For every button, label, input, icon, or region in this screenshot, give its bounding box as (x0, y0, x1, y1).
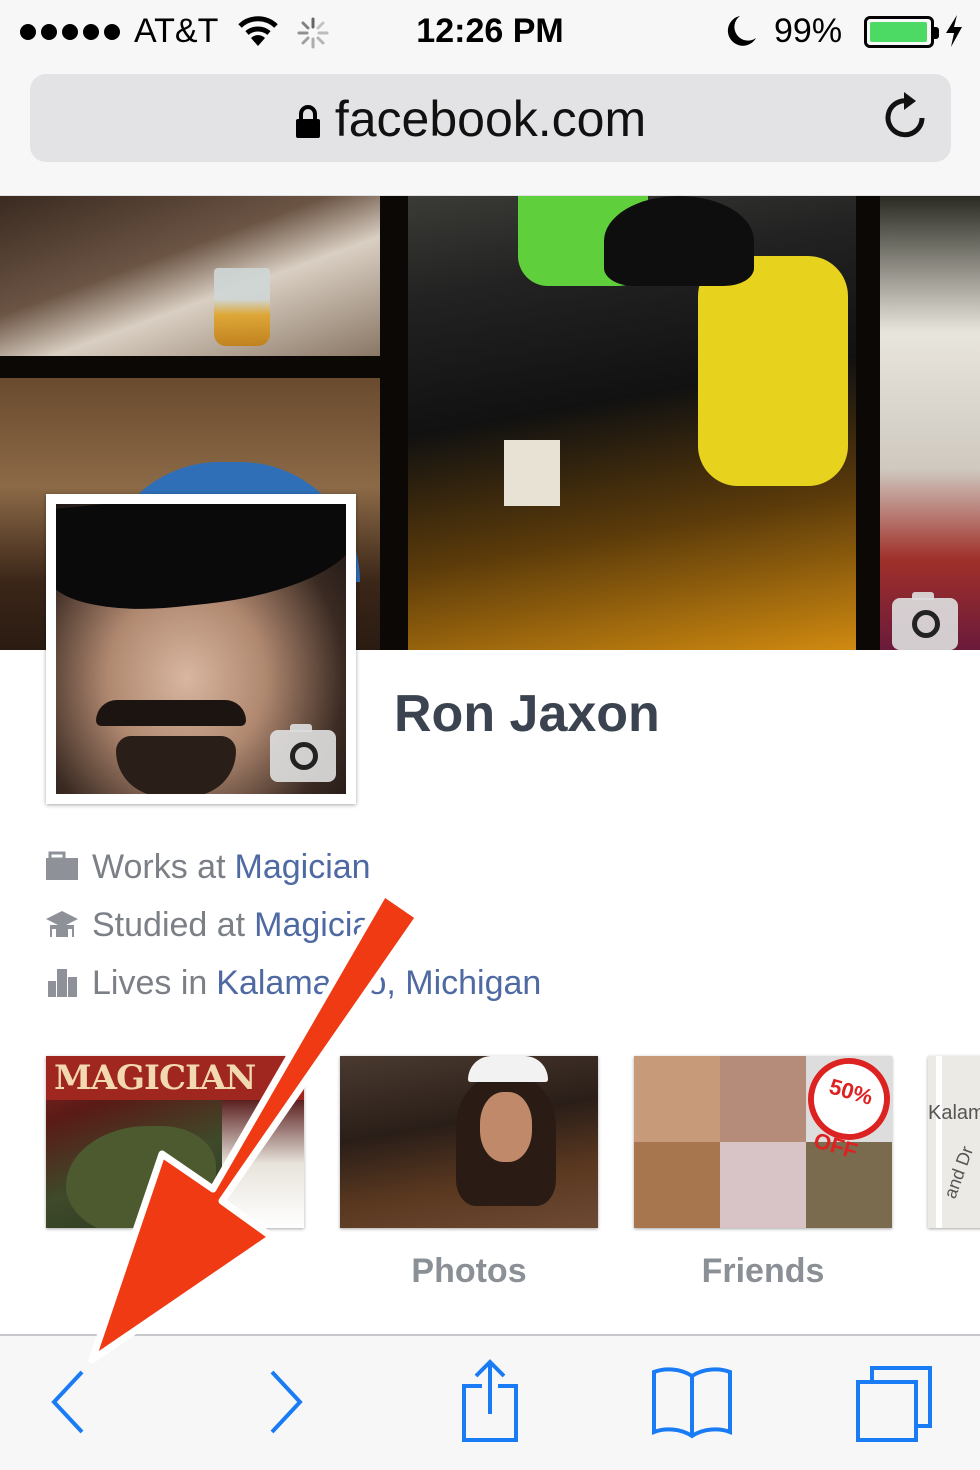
about-tile[interactable]: MAGICIAN (46, 1056, 304, 1228)
map-tile-text: Kalam (928, 1102, 980, 1124)
address-bar[interactable]: facebook.com (30, 74, 951, 162)
briefcase-icon (46, 851, 78, 880)
cover-collage-photo (408, 196, 856, 650)
cover-collage-photo (880, 196, 980, 650)
intro-work-link[interactable]: Magician (235, 848, 371, 887)
friends-tile-badge: 50% OFF (798, 1056, 892, 1164)
friends-tile-label[interactable]: Friends (634, 1252, 892, 1291)
browser-address-area: facebook.com (0, 64, 980, 196)
do-not-disturb-moon-icon (727, 16, 756, 46)
battery-icon (864, 16, 939, 48)
map-tile[interactable]: Kalam and Dr (928, 1056, 980, 1228)
battery-percent: 99% (774, 12, 843, 50)
intro-education: Studied at Magician (44, 896, 541, 954)
reload-icon[interactable] (882, 90, 930, 142)
photos-tile-label[interactable]: Photos (340, 1252, 598, 1291)
about-tile-banner: MAGICIAN (46, 1056, 304, 1100)
safari-toolbar (0, 1334, 980, 1470)
back-chevron-icon[interactable] (46, 1364, 90, 1438)
change-cover-camera-icon[interactable] (892, 592, 958, 650)
profile-picture[interactable] (46, 494, 356, 804)
charging-bolt-icon (946, 15, 962, 47)
city-icon (48, 969, 77, 997)
url-text: facebook.com (334, 91, 647, 147)
intro-education-link[interactable]: Magician (254, 906, 390, 945)
intro-work: Works at Magician (44, 838, 541, 896)
intro-section: Works at Magician Studied at Magician Li… (44, 838, 541, 1012)
status-bar: AT&T 12:26 PM 99% (0, 0, 980, 64)
profile-name: Ron Jaxon (394, 685, 660, 743)
map-tile-street: and Dr (939, 1143, 978, 1202)
share-icon[interactable] (458, 1356, 522, 1446)
graduation-cap-icon (46, 911, 78, 937)
bookmarks-book-icon[interactable] (650, 1364, 734, 1440)
friends-tile[interactable]: 50% OFF (634, 1056, 892, 1228)
intro-location: Lives in Kalamazoo, Michigan (44, 954, 541, 1012)
photos-tile[interactable] (340, 1056, 598, 1228)
tabs-icon[interactable] (854, 1364, 934, 1444)
change-profile-picture-camera-icon[interactable] (270, 724, 336, 782)
forward-chevron-icon[interactable] (264, 1364, 308, 1438)
cover-collage-photo (0, 196, 380, 356)
intro-location-link[interactable]: Kalamazoo, Michigan (216, 964, 541, 1003)
